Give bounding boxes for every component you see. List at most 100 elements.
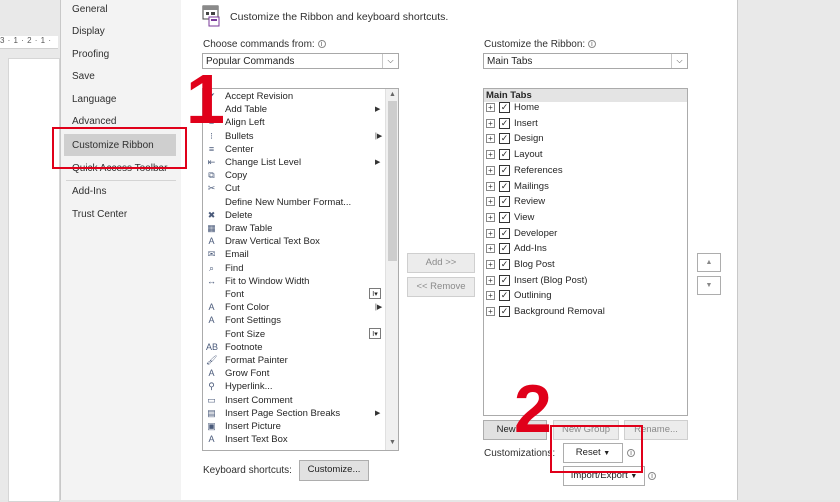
commands-list[interactable]: ✔ Accept Revision Add Table ▶ ≡ Align Left ⁝ Bu… <box>202 88 399 451</box>
ribbon-tab-item[interactable]: + ✓ Developer <box>486 227 676 241</box>
scrollbar-thumb[interactable] <box>388 101 397 261</box>
scroll-down-icon[interactable]: ▼ <box>389 439 396 446</box>
ribbon-tab-item[interactable]: + ✓ Home <box>486 101 676 115</box>
ribbon-tab-item[interactable]: + ✓ Layout <box>486 148 676 162</box>
ribbon-tab-item[interactable]: + ✓ Design <box>486 132 676 146</box>
expand-icon[interactable]: + <box>486 307 495 317</box>
tab-checkbox[interactable]: ✓ <box>499 227 510 239</box>
nav-item-language[interactable]: Language <box>72 94 117 105</box>
expand-icon[interactable]: + <box>486 103 495 112</box>
tab-checkbox[interactable]: ✓ <box>499 180 510 192</box>
command-item[interactable]: ▦ Draw Table <box>203 222 383 235</box>
command-item[interactable]: ✉ Email <box>203 248 383 261</box>
ribbon-tab-item[interactable]: + ✓ View <box>486 211 676 225</box>
move-up-icon: ▲ <box>705 259 713 266</box>
commands-scrollbar[interactable]: ▲ ▼ <box>385 89 398 450</box>
expand-icon[interactable]: + <box>486 260 495 269</box>
expand-icon[interactable]: + <box>486 181 495 191</box>
tab-checkbox[interactable]: ✓ <box>499 164 510 176</box>
nav-item-general[interactable]: General <box>72 4 108 15</box>
command-item[interactable]: ⁝ Bullets |▶ <box>203 130 383 143</box>
command-item[interactable]: ▣ Insert Picture <box>203 420 383 433</box>
ribbon-tab-label: Insert <box>514 117 538 129</box>
command-item[interactable]: ▤ Insert Page Section Breaks ▶ <box>203 407 383 420</box>
command-item[interactable]: A Font Color |▶ <box>203 301 383 314</box>
move-up-button[interactable]: ▲ <box>697 253 721 272</box>
info-icon: i <box>317 40 326 49</box>
ribbon-tab-item[interactable]: + ✓ Review <box>486 195 676 209</box>
command-item[interactable]: ✖ Delete <box>203 209 383 222</box>
ribbon-tab-item[interactable]: + ✓ Mailings <box>486 180 676 194</box>
command-item[interactable]: ✔ Accept Revision <box>203 90 383 103</box>
expand-icon[interactable]: + <box>486 165 495 175</box>
command-item[interactable]: A Font Settings <box>203 314 383 327</box>
expand-icon[interactable]: + <box>486 150 495 160</box>
submenu-arrow-icon: ▶ <box>375 159 381 166</box>
command-item[interactable]: Font Size I▾ <box>203 327 383 341</box>
scroll-up-icon[interactable]: ▲ <box>389 91 396 98</box>
ribbon-tab-item[interactable]: + ✓ Insert <box>486 117 676 131</box>
tab-checkbox[interactable]: ✓ <box>499 211 510 223</box>
move-down-button[interactable]: ▼ <box>697 276 721 295</box>
command-item[interactable]: ↔ Fit to Window Width <box>203 275 383 288</box>
customize-shortcuts-button[interactable]: Customize... <box>299 460 369 481</box>
choose-commands-dropdown[interactable]: Popular Commands ⌵ <box>202 53 399 69</box>
ribbon-tab-item[interactable]: + ✓ Outlining <box>486 289 676 303</box>
command-item[interactable]: ⌕ Find <box>203 262 383 275</box>
tab-checkbox[interactable]: ✓ <box>499 306 510 318</box>
remove-button[interactable]: << Remove <box>407 277 475 297</box>
command-item[interactable]: A Grow Font <box>203 367 383 380</box>
command-item[interactable]: Define New Number Format... <box>203 196 383 209</box>
expand-icon[interactable]: + <box>486 228 495 238</box>
command-item[interactable]: ✂ Cut <box>203 182 383 195</box>
tab-checkbox[interactable]: ✓ <box>499 196 510 208</box>
tab-checkbox[interactable]: ✓ <box>499 149 510 161</box>
customize-ribbon-dropdown[interactable]: Main Tabs ⌵ <box>483 53 688 69</box>
expand-icon[interactable]: + <box>486 244 495 254</box>
expand-icon[interactable]: + <box>486 197 495 207</box>
expand-icon[interactable]: + <box>486 291 495 301</box>
command-item[interactable]: ≡ Center <box>203 143 383 156</box>
command-item[interactable]: Font I▾ <box>203 288 383 301</box>
font-color-icon: A <box>208 302 215 313</box>
ribbon-tab-item[interactable]: + ✓ Background Removal <box>486 305 676 319</box>
tab-checkbox[interactable]: ✓ <box>499 102 510 113</box>
command-item[interactable]: ≡ Align Left <box>203 116 383 129</box>
command-item[interactable]: 🖌 Format Painter <box>203 354 383 367</box>
text-box-icon: A <box>208 236 215 247</box>
ribbon-tab-item[interactable]: + ✓ Add-Ins <box>486 242 676 256</box>
tab-checkbox[interactable]: ✓ <box>499 259 510 270</box>
command-item[interactable]: ▭ Insert Comment <box>203 394 383 407</box>
tab-checkbox[interactable]: ✓ <box>499 274 510 286</box>
center-icon: ≡ <box>208 143 215 154</box>
tab-checkbox[interactable]: ✓ <box>499 133 510 145</box>
command-label: Format Painter <box>225 355 288 366</box>
command-item[interactable]: ⚲ Hyperlink... <box>203 380 383 393</box>
command-item[interactable]: A Draw Vertical Text Box <box>203 235 383 248</box>
nav-item-add-ins[interactable]: Add-Ins <box>72 186 106 197</box>
expand-icon[interactable]: + <box>486 212 495 222</box>
nav-item-display[interactable]: Display <box>72 26 105 37</box>
command-item[interactable]: ⇤ Change List Level ▶ <box>203 156 383 169</box>
expand-icon[interactable]: + <box>486 275 495 285</box>
command-item[interactable]: Add Table ▶ <box>203 103 383 116</box>
expand-icon[interactable]: + <box>486 134 495 144</box>
nav-item-trust-center[interactable]: Trust Center <box>72 209 127 220</box>
ribbon-tab-item[interactable]: + ✓ Blog Post <box>486 258 676 272</box>
command-item[interactable]: ⧉ Copy <box>203 169 383 182</box>
command-item[interactable]: A Insert Text Box <box>203 433 383 446</box>
nav-item-proofing[interactable]: Proofing <box>72 49 109 60</box>
tab-checkbox[interactable]: ✓ <box>499 243 510 255</box>
nav-item-advanced[interactable]: Advanced <box>72 116 116 127</box>
add-button[interactable]: Add >> <box>407 253 475 273</box>
nav-item-save[interactable]: Save <box>72 71 95 82</box>
command-item[interactable]: AB Footnote <box>203 341 383 354</box>
tab-checkbox[interactable]: ✓ <box>499 117 510 129</box>
tab-checkbox[interactable]: ✓ <box>499 290 510 302</box>
ribbon-tab-item[interactable]: + ✓ Insert (Blog Post) <box>486 274 676 288</box>
ribbon-tab-item[interactable]: + ✓ References <box>486 164 676 178</box>
ribbon-tabs-tree[interactable]: Main Tabs + ✓ Home + ✓ Insert + ✓ Design + ✓ Layout… <box>483 88 688 416</box>
find-icon: ⌕ <box>208 262 215 273</box>
info-icon: i <box>648 472 656 480</box>
expand-icon[interactable]: + <box>486 118 495 128</box>
